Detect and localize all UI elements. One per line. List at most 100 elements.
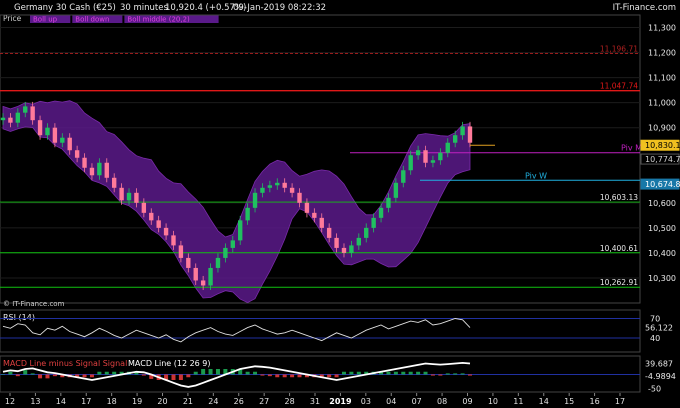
macd-histogram-bar — [445, 373, 450, 375]
price-level-label: 10,262.91 — [600, 278, 638, 287]
candle-body — [452, 135, 458, 143]
header-brand: IT-Finance.com — [613, 3, 676, 13]
candle-body — [141, 202, 147, 213]
macd-y-tick: -50 — [648, 384, 661, 393]
x-tick-label: 15 — [564, 397, 574, 406]
macd-histogram-bar — [453, 373, 458, 375]
macd-histogram-bar — [45, 374, 50, 379]
x-tick-label: 26 — [234, 397, 244, 406]
x-tick-label: 18 — [107, 397, 117, 406]
x-tick-label: 07 — [412, 397, 422, 406]
candle-body — [178, 245, 184, 258]
candle-body — [297, 192, 302, 203]
candle-body — [401, 170, 406, 183]
macd-value-label: -4.9894 — [645, 372, 676, 381]
x-tick-label: 03 — [361, 397, 371, 406]
price-tag-label: 10,674.8 — [645, 180, 680, 189]
macd-histogram-bar — [460, 373, 465, 375]
candle-body — [60, 137, 65, 143]
macd-histogram-bar — [193, 371, 198, 375]
x-tick-label: 2019 — [329, 397, 352, 406]
candle-body — [163, 227, 169, 236]
macd-histogram-bar — [423, 371, 428, 375]
candle-body — [334, 237, 339, 248]
x-tick-label: 17 — [615, 397, 625, 406]
candle-body — [230, 240, 235, 248]
candle-body — [319, 217, 324, 228]
x-tick-label: 24 — [208, 397, 218, 406]
price-level-label: 10,400.61 — [600, 244, 638, 253]
x-tick-label: 28 — [284, 397, 294, 406]
macd-histogram-bar — [52, 374, 57, 377]
macd-histogram-bar — [253, 371, 258, 375]
x-tick-label: 09 — [462, 397, 472, 406]
x-tick-label: 12 — [5, 397, 15, 406]
macd-histogram-bar — [275, 374, 280, 378]
price-y-tick: 10,300 — [648, 274, 676, 283]
candle-body — [37, 120, 43, 136]
candle-body — [30, 106, 35, 121]
macd-histogram-bar — [1, 374, 5, 375]
candle-body — [341, 247, 347, 253]
macd-histogram-bar — [438, 374, 443, 376]
candle-body — [104, 162, 109, 178]
macd-histogram-bar — [297, 374, 302, 378]
macd-histogram-bar — [82, 374, 87, 378]
macd-histogram-bar — [89, 374, 94, 378]
legend-band-label: Boll middle (20,2) — [127, 16, 190, 24]
macd-histogram-bar — [215, 369, 220, 375]
macd-histogram-bar — [245, 371, 250, 375]
candle-body — [260, 187, 265, 193]
candle-body — [171, 235, 176, 246]
candle-body — [45, 127, 50, 136]
candle-body — [119, 187, 124, 201]
candle-body — [97, 162, 102, 176]
candle-body — [215, 257, 221, 268]
candle-body — [89, 167, 95, 176]
macd-title: MACD Line minus Signal Signal — [3, 359, 127, 368]
candle-body — [223, 247, 228, 258]
x-tick-label: 16 — [589, 397, 599, 406]
candle-body — [460, 126, 465, 136]
candle-body — [386, 197, 391, 208]
macd-line-legend: MACD Line (12 26 9) — [128, 359, 211, 368]
rsi-y-tick: 70 — [650, 315, 660, 324]
candle-body — [112, 177, 117, 188]
macd-histogram-bar — [430, 374, 435, 376]
macd-histogram-bar — [23, 370, 28, 375]
candle-body — [134, 192, 139, 203]
x-tick-label: 31 — [310, 397, 320, 406]
candle-body — [282, 182, 287, 188]
candle-body — [52, 127, 58, 143]
candle-body — [149, 212, 154, 221]
macd-histogram-bar — [408, 371, 413, 375]
candle-body — [23, 106, 28, 113]
candle-body — [438, 152, 443, 161]
x-tick-label: 27 — [259, 397, 269, 406]
candle-body — [0, 117, 6, 121]
price-y-tick: 11,200 — [648, 49, 676, 58]
candle-body — [200, 280, 206, 286]
candle-body — [312, 212, 317, 218]
macd-histogram-bar — [416, 371, 421, 375]
macd-histogram-bar — [341, 371, 346, 375]
macd-histogram-bar — [401, 371, 406, 375]
price-tag-label: 10,774.7 — [645, 155, 680, 164]
header-timeframe: 30 minutes — [120, 3, 168, 13]
macd-histogram-bar — [386, 371, 391, 375]
price-tag-label: 10,830.1 — [645, 141, 680, 150]
candle-body — [67, 137, 72, 151]
candle-body — [126, 192, 132, 201]
candle-body — [356, 237, 361, 246]
macd-histogram-bar — [290, 374, 295, 378]
macd-histogram-bar — [468, 374, 472, 376]
candle-body — [423, 150, 428, 163]
candle-body — [267, 185, 273, 188]
price-y-tick: 10,500 — [648, 224, 676, 233]
macd-histogram-bar — [178, 374, 183, 380]
rsi-last-value: 56.122 — [645, 324, 673, 333]
x-tick-label: 19 — [132, 397, 142, 406]
candle-body — [393, 182, 399, 198]
candle-body — [371, 217, 376, 228]
macd-histogram-bar — [349, 371, 354, 375]
